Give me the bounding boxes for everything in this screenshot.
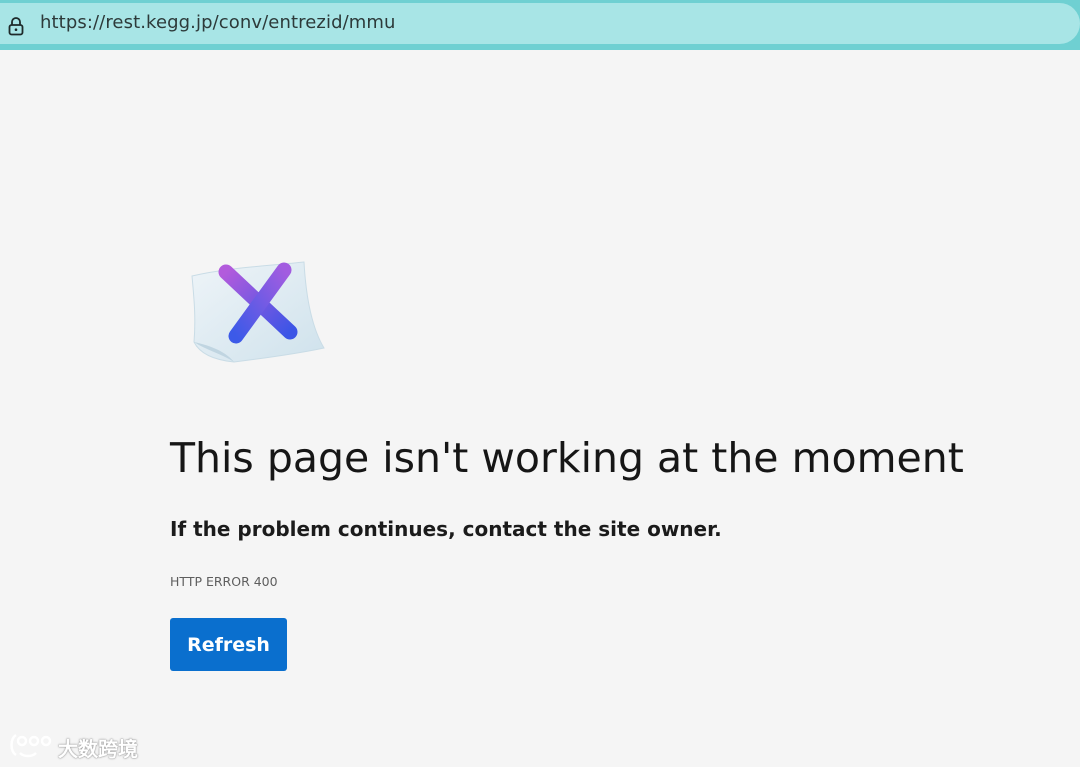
error-code: HTTP ERROR 400 bbox=[170, 574, 278, 589]
watermark-logo-icon bbox=[8, 731, 52, 764]
refresh-button[interactable]: Refresh bbox=[170, 618, 287, 671]
address-bar: https://rest.kegg.jp/conv/entrezid/mmu bbox=[0, 0, 1080, 50]
address-field[interactable]: https://rest.kegg.jp/conv/entrezid/mmu bbox=[0, 3, 1080, 44]
error-x-paper-icon bbox=[186, 258, 328, 366]
url-text[interactable]: https://rest.kegg.jp/conv/entrezid/mmu bbox=[40, 12, 396, 33]
page-title: This page isn't working at the moment bbox=[170, 434, 964, 482]
watermark: 大数跨境 bbox=[8, 731, 138, 763]
watermark-text: 大数跨境 bbox=[58, 736, 138, 761]
error-description: If the problem continues, contact the si… bbox=[170, 517, 722, 541]
lock-icon[interactable] bbox=[7, 16, 25, 36]
